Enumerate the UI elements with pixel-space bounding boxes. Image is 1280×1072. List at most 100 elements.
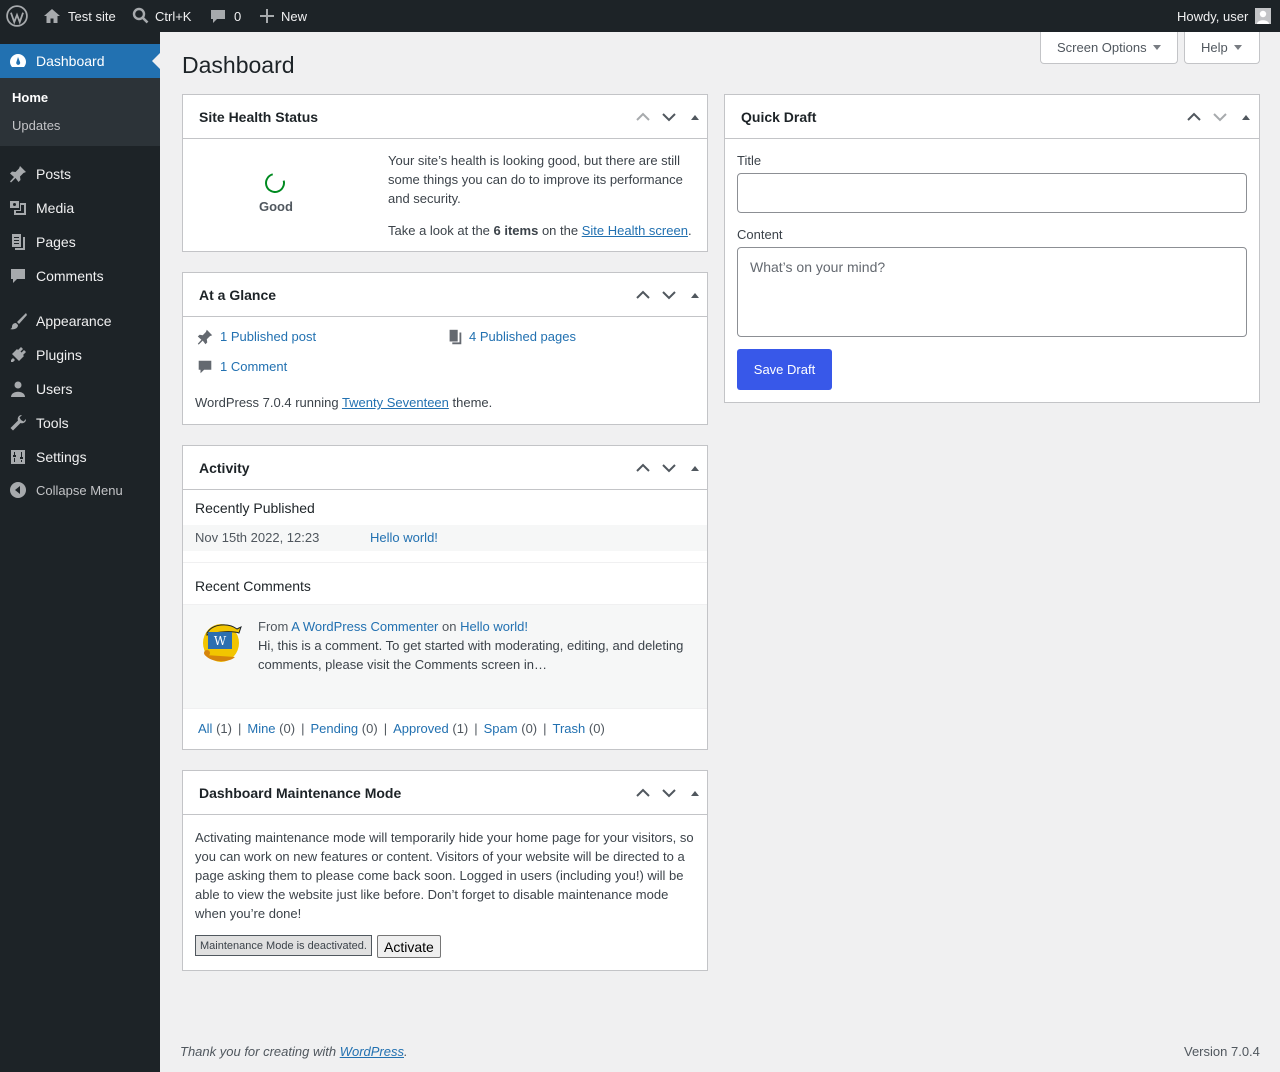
menu-tools-label: Tools	[36, 415, 69, 431]
comment-author-link[interactable]: A WordPress Commenter	[291, 619, 438, 634]
footer-thanks-pre: Thank you for creating with	[180, 1044, 340, 1059]
draft-title-input[interactable]	[737, 173, 1247, 213]
move-down-icon[interactable]	[659, 783, 679, 803]
filter-approved-link[interactable]: Approved	[393, 721, 449, 736]
comment-content: From A WordPress Commenter on Hello worl…	[258, 617, 698, 674]
collapse-menu-button[interactable]: Collapse Menu	[0, 473, 160, 507]
move-up-icon[interactable]	[633, 458, 653, 478]
menu-plugins[interactable]: Plugins	[0, 338, 160, 372]
media-icon	[8, 198, 28, 218]
search-icon	[131, 6, 151, 26]
caret-down-icon	[1233, 45, 1242, 50]
submenu-updates[interactable]: Updates	[12, 118, 60, 133]
site-health-screen-link[interactable]: Site Health screen	[582, 223, 688, 238]
at-a-glance-widget: At a Glance 1 Published post 4 Published…	[182, 272, 708, 425]
move-up-icon[interactable]	[633, 783, 653, 803]
menu-tools[interactable]: Tools	[0, 406, 160, 440]
save-draft-button[interactable]: Save Draft	[737, 349, 832, 390]
maintenance-status-badge: Maintenance Mode is deactivated.	[195, 935, 372, 956]
users-icon	[8, 379, 28, 399]
site-name: Test site	[68, 8, 116, 24]
plus-icon	[257, 6, 277, 26]
commenter-avatar: W	[199, 619, 243, 663]
footer-version: Version 7.0.4	[1184, 1044, 1260, 1059]
draft-content-textarea[interactable]: What’s on your mind?	[737, 247, 1247, 337]
pushpin-icon	[8, 164, 28, 184]
move-down-icon[interactable]	[659, 107, 679, 127]
dashboard-submenu: Home Updates	[0, 78, 160, 146]
health-description: Your site’s health is looking good, but …	[388, 153, 683, 206]
admin-sidebar: Dashboard Home Updates Posts Media Pages…	[0, 32, 160, 1072]
menu-media[interactable]: Media	[0, 191, 160, 225]
site-name-link[interactable]: Test site	[42, 0, 116, 32]
activity-widget: Activity Recently Published Nov 15th 202…	[182, 445, 708, 750]
quick-draft-title: Quick Draft	[741, 109, 817, 125]
filter-mine-link[interactable]: Mine	[247, 721, 275, 736]
draft-content-label: Content	[737, 227, 783, 242]
paintbrush-icon	[8, 311, 28, 331]
divider	[183, 562, 707, 563]
maintenance-description: Activating maintenance mode will tempora…	[195, 830, 694, 921]
menu-settings[interactable]: Settings	[0, 440, 160, 474]
move-up-icon[interactable]	[1184, 107, 1204, 127]
recently-published-heading: Recently Published	[195, 500, 315, 516]
pages-icon	[8, 232, 28, 252]
dashboard-gauge-icon	[8, 51, 28, 71]
submenu-home[interactable]: Home	[12, 90, 48, 105]
move-down-icon[interactable]	[1210, 107, 1230, 127]
filter-trash-link[interactable]: Trash	[553, 721, 586, 736]
maintenance-header: Dashboard Maintenance Mode	[183, 771, 707, 815]
published-posts-link[interactable]: 1 Published post	[220, 329, 316, 344]
move-down-icon[interactable]	[659, 458, 679, 478]
filter-all-link[interactable]: All	[198, 721, 212, 736]
avatar	[1255, 8, 1272, 24]
new-content-link[interactable]: New	[257, 0, 307, 32]
move-up-icon[interactable]	[633, 107, 653, 127]
comments-icon	[8, 266, 28, 286]
version-pre: WordPress 7.0.4 running	[195, 395, 342, 410]
menu-posts[interactable]: Posts	[0, 157, 160, 191]
move-down-icon[interactable]	[659, 285, 679, 305]
activate-button[interactable]: Activate	[377, 935, 441, 958]
help-button[interactable]: Help	[1184, 32, 1260, 64]
move-up-icon[interactable]	[633, 285, 653, 305]
wordpress-logo-icon[interactable]	[6, 0, 28, 32]
filter-separator: |	[474, 721, 478, 736]
comment-filters: All (1) | Mine (0) | Pending (0) | Approved (1…	[198, 721, 605, 736]
comments-count-link[interactable]: 1 Comment	[220, 359, 287, 374]
my-account-link[interactable]: Howdy, user	[1177, 0, 1272, 32]
comment-row: W From A WordPress Commenter on Hello wo…	[183, 604, 707, 708]
collapse-toggle-icon[interactable]	[685, 285, 705, 305]
menu-pages[interactable]: Pages	[0, 225, 160, 259]
theme-link[interactable]: Twenty Seventeen	[342, 395, 449, 410]
filter-spam-link[interactable]: Spam	[484, 721, 518, 736]
command-search[interactable]: Ctrl+K	[131, 0, 191, 32]
menu-appearance-label: Appearance	[36, 313, 112, 329]
wordpress-link[interactable]: WordPress	[340, 1044, 404, 1059]
admin-bar: Test site Ctrl+K 0 New Howdy, user	[0, 0, 1280, 32]
menu-users[interactable]: Users	[0, 372, 160, 406]
collapse-toggle-icon[interactable]	[685, 458, 705, 478]
footer-thanks-post: .	[404, 1044, 408, 1059]
published-pages-link[interactable]: 4 Published pages	[469, 329, 576, 344]
filter-separator: |	[543, 721, 547, 736]
collapse-toggle-icon[interactable]	[685, 783, 705, 803]
menu-dashboard[interactable]: Dashboard	[0, 44, 160, 78]
collapse-toggle-icon[interactable]	[685, 107, 705, 127]
menu-media-label: Media	[36, 200, 75, 216]
help-label: Help	[1201, 40, 1228, 55]
filter-approved-count: (1)	[452, 721, 469, 736]
wordpress-version-text: WordPress 7.0.4 running Twenty Seventeen…	[195, 395, 492, 410]
screen-options-button[interactable]: Screen Options	[1040, 32, 1178, 64]
site-health-widget: Site Health Status Good Your site’s heal…	[182, 94, 708, 252]
filter-pending-link[interactable]: Pending	[310, 721, 358, 736]
menu-pages-label: Pages	[36, 234, 76, 250]
menu-comments[interactable]: Comments	[0, 259, 160, 293]
menu-appearance[interactable]: Appearance	[0, 304, 160, 338]
published-post-link[interactable]: Hello world!	[370, 530, 438, 545]
comments-link[interactable]: 0	[208, 0, 241, 32]
collapse-menu-label: Collapse Menu	[36, 482, 123, 498]
comment-post-link[interactable]: Hello world!	[460, 619, 528, 634]
svg-text:W: W	[214, 634, 227, 648]
collapse-toggle-icon[interactable]	[1236, 107, 1256, 127]
